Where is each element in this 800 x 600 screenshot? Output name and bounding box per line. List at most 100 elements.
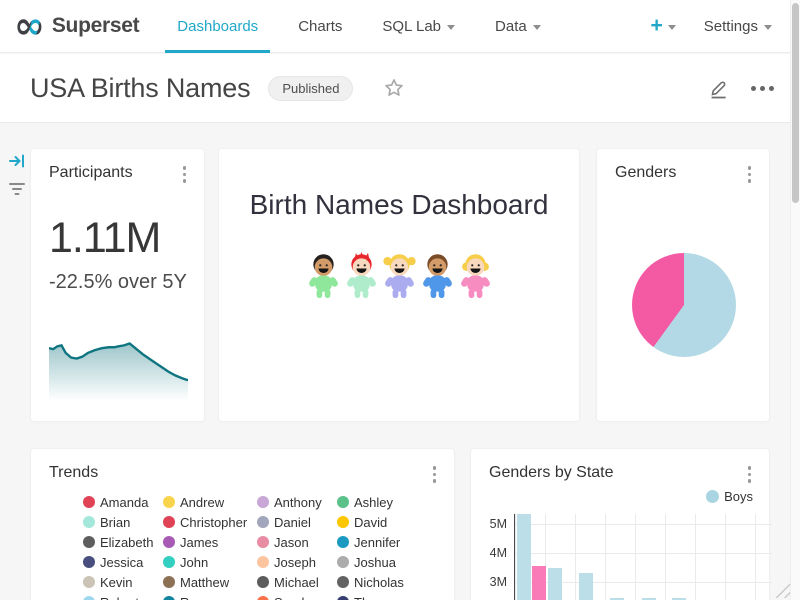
filter-icon[interactable]: [8, 181, 26, 202]
kebab-menu-icon[interactable]: [429, 463, 441, 486]
superset-logo[interactable]: ∞ Superset: [14, 6, 139, 46]
legend-dot: [163, 596, 175, 600]
kebab-menu-icon[interactable]: [744, 163, 756, 186]
legend-dot: [337, 496, 349, 508]
favorite-star-icon[interactable]: [383, 77, 405, 99]
legend-dot: [83, 576, 95, 588]
legend-dot: [706, 490, 719, 503]
headline-markdown-card: Birth Names Dashboard: [218, 148, 580, 422]
participants-sparkline-chart[interactable]: [49, 335, 188, 401]
legend-dot: [163, 536, 175, 548]
legend-label: Amanda: [100, 495, 148, 510]
legend-dot: [257, 496, 269, 508]
legend-label: Christopher: [180, 515, 247, 530]
big-number-subheader: -22.5% over 5Y: [49, 271, 204, 294]
edit-dashboard-icon[interactable]: [708, 78, 729, 99]
page-scrollbar[interactable]: [790, 0, 800, 600]
bar-boys[interactable]: [548, 568, 562, 600]
legend-item[interactable]: Boys: [706, 489, 753, 504]
legend-label: Boys: [724, 489, 753, 504]
legend-label: Andrew: [180, 495, 224, 510]
superset-logo-icon: ∞: [14, 6, 45, 46]
bar-boys[interactable]: [517, 514, 531, 600]
legend-label: Matthew: [180, 575, 229, 590]
bar-girls[interactable]: [532, 566, 546, 600]
trends-legend: Amanda Andrew Anthony Ashley Brian: [83, 495, 454, 600]
legend-item[interactable]: Christopher: [163, 515, 257, 530]
participants-card: Participants 1.11M -22.5% over 5Y: [30, 148, 205, 422]
y-axis-tick: 4M: [479, 546, 507, 560]
page-title: USA Births Names: [30, 73, 250, 104]
legend-item[interactable]: Thomas: [337, 595, 425, 600]
new-item-button[interactable]: +: [651, 16, 676, 36]
legend-item[interactable]: Joseph: [257, 555, 337, 570]
legend-item[interactable]: David: [337, 515, 425, 530]
legend-item[interactable]: Daniel: [257, 515, 337, 530]
expand-filter-bar-icon[interactable]: [8, 152, 26, 175]
settings-menu[interactable]: Settings: [704, 18, 772, 35]
legend-item[interactable]: Brian: [83, 515, 163, 530]
legend-dot: [83, 556, 95, 568]
legend-label: Robert: [100, 595, 139, 600]
headline-title: Birth Names Dashboard: [219, 189, 579, 221]
more-actions-icon[interactable]: [751, 86, 774, 91]
legend-label: Joseph: [274, 555, 316, 570]
legend-item[interactable]: Anthony: [257, 495, 337, 510]
legend-item[interactable]: Jennifer: [337, 535, 425, 550]
legend-item[interactable]: Elizabeth: [83, 535, 163, 550]
legend-dot: [83, 496, 95, 508]
legend-dot: [83, 536, 95, 548]
legend-dot: [163, 556, 175, 568]
kid-figure: [419, 251, 456, 299]
kid-figure: [457, 251, 494, 299]
legend-item[interactable]: Jason: [257, 535, 337, 550]
legend-item[interactable]: Ashley: [337, 495, 425, 510]
legend-dot: [163, 516, 175, 528]
legend-item[interactable]: Michael: [257, 575, 337, 590]
legend-item[interactable]: John: [163, 555, 257, 570]
legend-item[interactable]: Jessica: [83, 555, 163, 570]
chevron-down-icon: [447, 25, 455, 30]
legend-label: Sarah: [274, 595, 309, 600]
legend-item[interactable]: Matthew: [163, 575, 257, 590]
chevron-down-icon: [668, 25, 676, 30]
legend-item[interactable]: Ryan: [163, 595, 257, 600]
nav-item-dashboards[interactable]: Dashboards: [165, 0, 270, 53]
legend-item[interactable]: Andrew: [163, 495, 257, 510]
legend-label: John: [180, 555, 208, 570]
nav-item-sql-lab[interactable]: SQL Lab: [370, 0, 467, 53]
legend-item[interactable]: Nicholas: [337, 575, 425, 590]
genders-pie-chart[interactable]: [632, 253, 736, 357]
dashboard-header: USA Births Names Published: [0, 54, 800, 123]
status-badge[interactable]: Published: [268, 76, 353, 101]
legend-label: Jennifer: [354, 535, 400, 550]
legend-label: Thomas: [354, 595, 401, 600]
kebab-menu-icon[interactable]: [744, 463, 756, 486]
chevron-down-icon: [533, 25, 541, 30]
card-title: Trends: [49, 463, 98, 483]
legend-item[interactable]: Sarah: [257, 595, 337, 600]
kid-figure: [381, 251, 418, 299]
scrollbar-thumb[interactable]: [792, 3, 799, 203]
legend-label: Brian: [100, 515, 130, 530]
legend-dot: [257, 576, 269, 588]
top-navbar: ∞ Superset Dashboards Charts SQL Lab Dat…: [0, 0, 800, 53]
genders-by-state-card: Genders by State Boys 5M 4M 3M: [470, 448, 770, 600]
card-title: Genders by State: [489, 463, 614, 483]
state-bar-chart-plot: [514, 514, 772, 600]
kebab-menu-icon[interactable]: [179, 163, 191, 186]
superset-logo-text: Superset: [52, 14, 139, 38]
nav-item-data[interactable]: Data: [483, 0, 553, 53]
legend-dot: [163, 576, 175, 588]
legend-item[interactable]: Robert: [83, 595, 163, 600]
legend-dot: [337, 536, 349, 548]
legend-item[interactable]: Kevin: [83, 575, 163, 590]
kid-figure: [305, 251, 342, 299]
nav-item-charts[interactable]: Charts: [286, 0, 354, 53]
legend-item[interactable]: Amanda: [83, 495, 163, 510]
legend-item[interactable]: James: [163, 535, 257, 550]
legend-dot: [163, 496, 175, 508]
bar-boys[interactable]: [579, 573, 593, 600]
legend-item[interactable]: Joshua: [337, 555, 425, 570]
legend-label: Daniel: [274, 515, 311, 530]
